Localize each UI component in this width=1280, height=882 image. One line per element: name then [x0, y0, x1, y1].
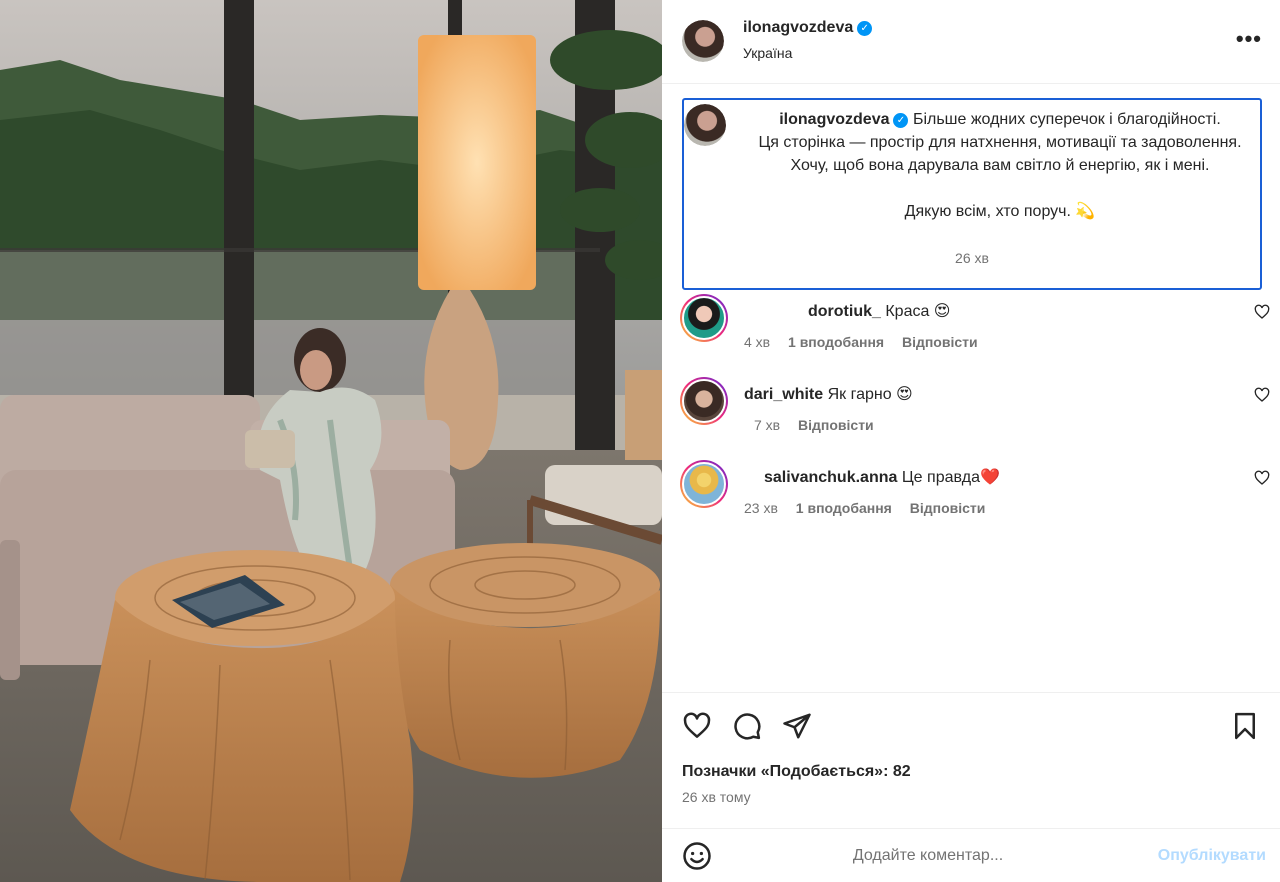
comment-input[interactable] — [728, 841, 1128, 871]
caption-line-3: Хочу, щоб вона дарувала вам світло й ене… — [790, 157, 1210, 174]
comment-avatar[interactable] — [680, 294, 728, 342]
caption-author-avatar[interactable] — [684, 104, 726, 146]
likes-count[interactable]: Позначки «Подобається»: 82 — [682, 763, 911, 781]
comment-time[interactable]: 23 хв — [744, 500, 778, 516]
comment-username[interactable]: dari_white — [744, 386, 823, 403]
comment-text: Краса 😍 — [885, 303, 951, 320]
author-avatar[interactable] — [682, 20, 724, 62]
smiley-icon[interactable] — [682, 841, 712, 871]
caption-line-2: Ця сторінка — простір для натхнення, мот… — [758, 134, 1242, 151]
comment-likes[interactable]: 1 вподобання — [788, 334, 884, 350]
comment-avatar[interactable] — [680, 377, 728, 425]
comment-meta: 4 хв 1 вподобання Відповісти — [744, 334, 992, 350]
post-header: ilonagvozdeva ✓ Україна ••• — [662, 0, 1280, 84]
caption-text: ilonagvozdeva ✓ Більше жодних суперечок і… — [750, 108, 1250, 223]
comment-item: salivanchuk.anna Це правда❤️ 23 хв 1 впо… — [662, 460, 1280, 524]
comment-like-heart-icon[interactable] — [1254, 387, 1270, 403]
reply-button[interactable]: Відповісти — [902, 334, 978, 350]
post-location[interactable]: Україна — [743, 45, 792, 61]
comment-avatar[interactable] — [680, 460, 728, 508]
reply-button[interactable]: Відповісти — [910, 500, 986, 516]
comment-meta: 23 хв 1 вподобання Відповісти — [744, 500, 999, 516]
comment-text-row: salivanchuk.anna Це правда❤️ — [764, 467, 1000, 487]
verified-badge-icon: ✓ — [893, 113, 909, 128]
comment-username[interactable]: salivanchuk.anna — [764, 469, 897, 486]
caption-block: ilonagvozdeva ✓ Більше жодних суперечок і… — [682, 98, 1262, 290]
comment-icon[interactable] — [732, 711, 762, 741]
caption-line-4: Дякую всім, хто поруч. — [904, 203, 1071, 220]
caption-line-1: Більше жодних суперечок і благодійності. — [912, 111, 1221, 128]
caption-username[interactable]: ilonagvozdeva — [779, 111, 889, 128]
author-name-row: ilonagvozdeva ✓ — [743, 19, 873, 37]
photo-illustration — [0, 0, 662, 882]
comment-time[interactable]: 4 хв — [744, 334, 770, 350]
comment-text-row: dorotiuk_ Краса 😍 — [808, 301, 950, 321]
post-date[interactable]: 26 хв тому — [682, 789, 751, 805]
comment-like-heart-icon[interactable] — [1254, 470, 1270, 486]
comment-meta: 7 хв Відповісти — [754, 417, 888, 433]
comment-likes[interactable]: 1 вподобання — [796, 500, 892, 516]
author-username[interactable]: ilonagvozdeva — [743, 19, 853, 36]
comment-text: Як гарно 😍 — [827, 386, 913, 403]
comment-item: dorotiuk_ Краса 😍 4 хв 1 вподобання Відп… — [662, 294, 1280, 358]
reply-button[interactable]: Відповісти — [798, 417, 874, 433]
comment-username[interactable]: dorotiuk_ — [808, 303, 881, 320]
comment-composer: Опублікувати — [662, 828, 1280, 882]
post-side-panel: ilonagvozdeva ✓ Україна ••• ilonagvozdeva… — [662, 0, 1280, 882]
dizzy-emoji: 💫 — [1075, 203, 1096, 220]
publish-button[interactable]: Опублікувати — [1158, 847, 1266, 865]
heart-icon[interactable] — [682, 711, 712, 741]
more-options-icon[interactable]: ••• — [1236, 26, 1262, 52]
comment-item: dari_white Як гарно 😍 7 хв Відповісти — [662, 377, 1280, 441]
bookmark-icon[interactable] — [1230, 711, 1260, 741]
verified-badge-icon: ✓ — [857, 21, 873, 36]
comment-text-row: dari_white Як гарно 😍 — [744, 384, 913, 404]
post-actions: Позначки «Подобається»: 82 26 хв тому — [662, 692, 1280, 822]
instagram-post-view: ilonagvozdeva ✓ Україна ••• ilonagvozdeva… — [0, 0, 1280, 882]
caption-time[interactable]: 26 хв — [684, 250, 1260, 266]
comment-like-heart-icon[interactable] — [1254, 304, 1270, 320]
post-photo[interactable] — [0, 0, 662, 882]
comment-time[interactable]: 7 хв — [754, 417, 780, 433]
comment-text: Це правда❤️ — [901, 469, 1000, 486]
share-icon[interactable] — [782, 711, 812, 741]
